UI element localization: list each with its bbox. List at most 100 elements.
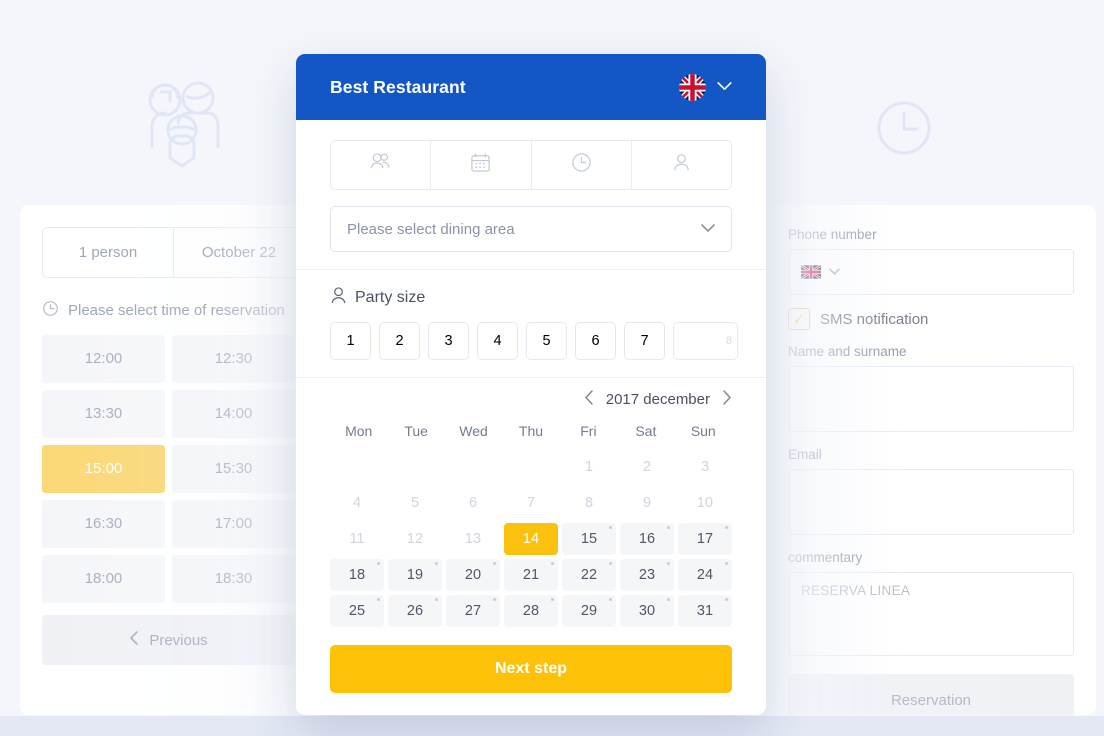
party-size-option[interactable]: 6	[575, 322, 616, 360]
calendar-day-disabled: 10	[696, 495, 714, 511]
time-slot[interactable]: 12:00	[42, 335, 165, 383]
commentary-field[interactable]: RESERVA LINEA	[788, 572, 1074, 656]
name-field[interactable]	[788, 366, 1074, 432]
person-icon	[670, 151, 693, 179]
chevron-down-icon[interactable]	[717, 78, 732, 96]
time-slot[interactable]: 18:30	[172, 555, 295, 603]
dining-area-select[interactable]: Please select dining area	[330, 206, 732, 252]
party-size-options[interactable]: 1 2 3 4 5 6 7 8	[330, 322, 738, 360]
calendar-day-disabled: 4	[352, 495, 362, 511]
calendar-day[interactable]: 22	[562, 559, 616, 591]
time-slot[interactable]: 16:30	[42, 500, 165, 548]
calendar-day[interactable]: 28	[504, 595, 558, 627]
reservation-button[interactable]: Reservation	[788, 674, 1074, 715]
weekday-label: Wed	[459, 423, 488, 439]
calendar-day-disabled: 9	[642, 495, 652, 511]
calendar-month-label: 2017 december	[605, 391, 710, 408]
language-switcher[interactable]	[679, 73, 732, 101]
email-field[interactable]	[788, 469, 1074, 535]
time-slot[interactable]: 12:30	[172, 335, 295, 383]
calendar-day[interactable]: 21	[504, 559, 558, 591]
sms-notification-row[interactable]: ✓ SMS notification	[788, 308, 1074, 330]
calendar-icon	[469, 151, 492, 179]
previous-button[interactable]: Previous	[42, 615, 295, 665]
calendar-day-selected[interactable]: 14	[504, 523, 558, 555]
contact-form-panel: Phone number ✓ SMS notification Name and…	[766, 205, 1096, 715]
previous-label: Previous	[149, 631, 208, 649]
weekday-label: Sun	[690, 423, 716, 439]
tab-contact[interactable]	[632, 141, 731, 189]
calendar-day-disabled: 3	[700, 459, 710, 475]
weekday-label: Sat	[635, 423, 657, 439]
party-size-option[interactable]: 7	[624, 322, 665, 360]
time-hint: Please select time of reservation	[42, 300, 328, 321]
calendar-day[interactable]: 30	[620, 595, 674, 627]
calendar-nav[interactable]: 2017 december	[330, 390, 732, 409]
calendar-day[interactable]: 23	[620, 559, 674, 591]
booking-modal: Best Restaurant Please select dining are…	[296, 54, 766, 715]
calendar-day[interactable]: 20	[446, 559, 500, 591]
family-group-icon	[140, 78, 224, 175]
people-icon	[368, 150, 393, 180]
weekday-label: Tue	[404, 423, 428, 439]
phone-label: Phone number	[788, 227, 877, 242]
chevron-left-icon[interactable]	[584, 390, 594, 409]
person-icon	[330, 286, 347, 310]
uk-flag-icon	[679, 73, 706, 101]
calendar-day[interactable]: 29	[562, 595, 616, 627]
dining-area-placeholder: Please select dining area	[347, 220, 515, 238]
party-size-option[interactable]: 3	[428, 322, 469, 360]
calendar-day[interactable]: 18	[330, 559, 384, 591]
weekday-label: Fri	[580, 423, 597, 439]
calendar-day[interactable]: 31	[678, 595, 732, 627]
calendar-weekday-header: Mon Tue Wed Thu Fri Sat Sun	[330, 417, 732, 445]
summary-tab-date[interactable]: October 22	[174, 228, 305, 277]
clock-icon	[874, 98, 934, 163]
commentary-label: commentary	[788, 550, 863, 565]
next-step-button[interactable]: Next step	[330, 645, 732, 693]
tab-party-size[interactable]	[331, 141, 432, 189]
calendar-day[interactable]: 24	[678, 559, 732, 591]
time-hint-text: Please select time of reservation	[68, 302, 285, 319]
time-slot[interactable]: 18:00	[42, 555, 165, 603]
clock-icon	[570, 151, 593, 179]
tab-time[interactable]	[532, 141, 632, 189]
modal-header: Best Restaurant	[296, 54, 766, 120]
calendar-day[interactable]: 25	[330, 595, 384, 627]
weekday-label: Thu	[518, 423, 544, 439]
party-size-option-overflow[interactable]: 8	[673, 322, 738, 360]
calendar-day[interactable]: 27	[446, 595, 500, 627]
sms-label: SMS notification	[820, 310, 929, 328]
party-size-option[interactable]: 2	[379, 322, 420, 360]
calendar-day[interactable]: 15	[562, 523, 616, 555]
name-label: Name and surname	[788, 344, 907, 359]
party-size-label-row: Party size	[330, 286, 732, 310]
phone-field[interactable]	[788, 249, 1074, 295]
calendar-day-disabled: 13	[464, 531, 482, 547]
time-slot[interactable]: 13:30	[42, 390, 165, 438]
calendar-grid[interactable]: 1 2 3 4 5 6 7 8 9 10 11 12 13 14 15 16 17 18 19 20 21 22 23 24 2…	[330, 451, 732, 627]
calendar-day-disabled: 8	[584, 495, 594, 511]
party-size-option[interactable]: 4	[477, 322, 518, 360]
calendar-day-disabled: 5	[410, 495, 420, 511]
time-slot[interactable]: 17:00	[172, 500, 295, 548]
calendar-day-disabled: 6	[468, 495, 478, 511]
chevron-right-icon[interactable]	[722, 390, 732, 409]
calendar-day[interactable]: 17	[678, 523, 732, 555]
chevron-down-icon[interactable]	[829, 263, 840, 281]
calendar-day[interactable]: 26	[388, 595, 442, 627]
time-slot-selected[interactable]: 15:00	[42, 445, 165, 493]
party-size-option[interactable]: 5	[526, 322, 567, 360]
calendar-day[interactable]: 19	[388, 559, 442, 591]
party-size-option[interactable]: 1	[330, 322, 371, 360]
time-slot[interactable]: 14:00	[172, 390, 295, 438]
tab-date[interactable]	[431, 141, 532, 189]
chevron-down-icon[interactable]	[701, 220, 715, 238]
summary-tab-persons[interactable]: 1 person	[43, 228, 174, 277]
calendar-day[interactable]: 16	[620, 523, 674, 555]
time-slot[interactable]: 15:30	[172, 445, 295, 493]
sms-checkbox[interactable]: ✓	[788, 308, 810, 330]
clock-icon	[42, 300, 59, 321]
commentary-placeholder: RESERVA LINEA	[801, 583, 911, 598]
step-tabs[interactable]	[330, 140, 732, 190]
